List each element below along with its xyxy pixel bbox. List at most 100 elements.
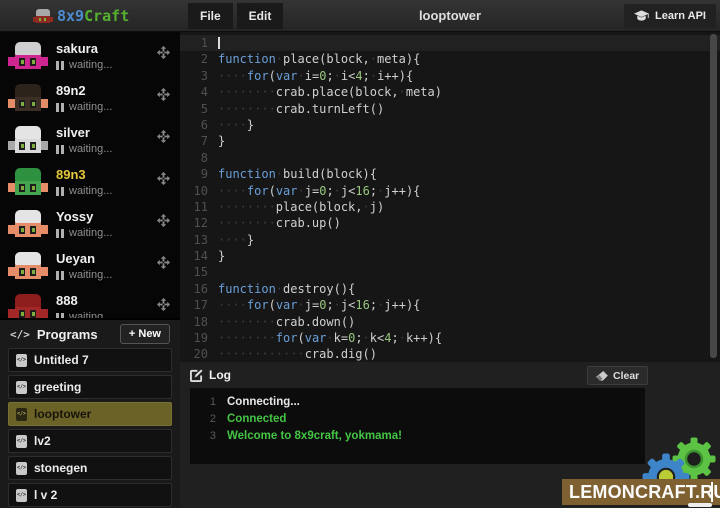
program-name: stonegen — [34, 461, 87, 475]
move-icon[interactable] — [157, 46, 170, 59]
move-icon[interactable] — [157, 298, 170, 311]
move-icon[interactable] — [157, 214, 170, 227]
code-text: ········crab.place(block,·meta) — [208, 84, 442, 100]
player-status: waiting... — [56, 101, 112, 113]
editor-line[interactable]: 8 — [180, 150, 720, 166]
editor-line[interactable]: 13····} — [180, 232, 720, 248]
program-item[interactable]: </>Untitled 7 — [8, 348, 172, 372]
program-item[interactable]: </>lv2 — [8, 429, 172, 453]
move-icon[interactable] — [157, 256, 170, 269]
player-status-label: waiting... — [69, 143, 112, 155]
player-name: 89n2 — [56, 83, 86, 98]
log-message: Welcome to 8x9craft, yokmama! — [227, 428, 402, 445]
player-row[interactable]: 888 waiting... — [0, 288, 180, 318]
player-status: waiting... — [56, 311, 112, 318]
program-item[interactable]: </>stonegen — [8, 456, 172, 480]
line-number: 20 — [180, 346, 208, 362]
program-name: looptower — [34, 407, 91, 421]
move-icon[interactable] — [157, 172, 170, 185]
editor-line[interactable]: 15 — [180, 264, 720, 280]
editor-scrollbar[interactable] — [710, 34, 717, 358]
file-code-icon: </> — [16, 354, 27, 367]
log-entry: 1 Connecting... — [190, 394, 645, 411]
watermark-pill — [688, 503, 712, 507]
line-number: 1 — [180, 35, 208, 51]
code-icon: </> — [10, 328, 30, 341]
player-status-label: waiting... — [69, 311, 112, 318]
watermark-text: LEMONCRAFT.RU — [562, 482, 720, 503]
line-number: 13 — [180, 232, 208, 248]
editor-line[interactable]: 4········crab.place(block,·meta) — [180, 84, 720, 100]
player-name: 888 — [56, 293, 78, 308]
editor-line[interactable]: 2function·place(block,·meta){ — [180, 51, 720, 67]
code-text — [208, 264, 218, 280]
log-message: Connecting... — [227, 394, 300, 411]
learn-api-button[interactable]: Learn API — [624, 4, 716, 28]
line-number: 7 — [180, 133, 208, 149]
pause-icon — [56, 187, 64, 196]
program-item[interactable]: </>l v 2 — [8, 483, 172, 507]
player-name: Ueyan — [56, 251, 95, 266]
log-header: Log Clear — [180, 362, 720, 388]
player-row[interactable]: silver waiting... — [0, 120, 180, 162]
file-code-icon: </> — [16, 381, 27, 394]
watermark-banner: LEMONCRAFT.RU — [562, 479, 720, 505]
log-entry: 2Connected — [190, 411, 645, 428]
move-icon[interactable] — [157, 88, 170, 101]
editor-line[interactable]: 19········for(var·k=0;·k<4;·k++){ — [180, 330, 720, 346]
code-text: ····for(var·j=0;·j<16;·j++){ — [208, 183, 420, 199]
code-text: ····for(var·i=0;·i<4;·i++){ — [208, 68, 413, 84]
editor-line[interactable]: 6····} — [180, 117, 720, 133]
player-status: waiting... — [56, 59, 112, 71]
editor-line[interactable]: 7} — [180, 133, 720, 149]
top-bar: 8x9Craft looptower FileEdit Learn API — [0, 0, 720, 32]
code-editor[interactable]: 12function·place(block,·meta){3····for(v… — [180, 32, 720, 362]
line-number: 18 — [180, 314, 208, 330]
player-status: waiting... — [56, 269, 112, 281]
editor-line[interactable]: 12········crab.up() — [180, 215, 720, 231]
editor-line[interactable]: 17····for(var·j=0;·j<16;·j++){ — [180, 297, 720, 313]
editor-line[interactable]: 16function·destroy(){ — [180, 281, 720, 297]
editor-line[interactable]: 11········place(block,·j) — [180, 199, 720, 215]
program-item[interactable]: </>greeting — [8, 375, 172, 399]
code-text: function·place(block,·meta){ — [208, 51, 420, 67]
line-number: 17 — [180, 297, 208, 313]
line-number: 4 — [180, 84, 208, 100]
editor-line[interactable]: 10····for(var·j=0;·j<16;·j++){ — [180, 183, 720, 199]
clear-log-button[interactable]: Clear — [587, 366, 648, 385]
player-row[interactable]: 89n2 waiting... — [0, 78, 180, 120]
code-text: } — [208, 248, 225, 264]
new-program-button[interactable]: + New — [120, 324, 170, 344]
code-text: ····} — [208, 117, 254, 133]
editor-line[interactable]: 14} — [180, 248, 720, 264]
player-name: silver — [56, 125, 90, 140]
editor-line[interactable]: 18········crab.down() — [180, 314, 720, 330]
editor-line[interactable]: 5········crab.turnLeft() — [180, 101, 720, 117]
player-name: Yossy — [56, 209, 93, 224]
program-item[interactable]: </>looptower — [8, 402, 172, 426]
program-name: l v 2 — [34, 488, 57, 502]
editor-line[interactable]: 1 — [180, 35, 720, 51]
line-number: 3 — [180, 68, 208, 84]
editor-line[interactable]: 9function·build(block){ — [180, 166, 720, 182]
editor-line[interactable]: 20············crab.dig() — [180, 346, 720, 362]
programs-header: </> Programs + New — [0, 320, 180, 348]
player-row[interactable]: 89n3waiting... — [0, 162, 180, 204]
code-text: } — [208, 133, 225, 149]
player-row[interactable]: Ueyan waiting... — [0, 246, 180, 288]
player-row[interactable]: Yossywaiting... — [0, 204, 180, 246]
player-status: waiting... — [56, 143, 112, 155]
player-row[interactable]: sakurawaiting... — [0, 36, 180, 78]
watermark-cursor-bar — [711, 482, 713, 502]
logo-text: 8x9Craft — [57, 7, 129, 25]
editor-line[interactable]: 3····for(var·i=0;·i<4;·i++){ — [180, 68, 720, 84]
log-line-number: 1 — [190, 394, 216, 411]
file-code-icon: </> — [16, 435, 27, 448]
move-icon[interactable] — [157, 130, 170, 143]
menu-edit[interactable]: Edit — [237, 3, 284, 29]
graduation-cap-icon — [634, 10, 649, 22]
menu-file[interactable]: File — [188, 3, 233, 29]
code-text: function·destroy(){ — [208, 281, 355, 297]
crab-logo-icon — [33, 8, 53, 25]
crab-avatar — [8, 41, 48, 72]
